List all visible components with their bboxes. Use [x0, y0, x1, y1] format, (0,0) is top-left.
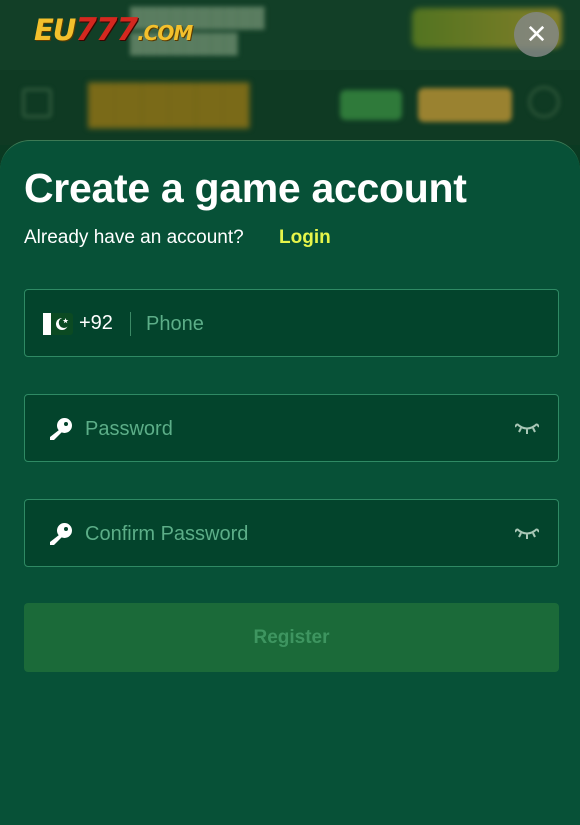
confirm-password-input[interactable] — [85, 518, 505, 550]
phone-divider — [130, 312, 131, 336]
country-code[interactable]: +92 — [79, 312, 113, 335]
background-login-button — [340, 90, 402, 120]
password-field[interactable] — [24, 394, 559, 462]
logo-eu: EU — [34, 13, 76, 47]
eye-closed-icon[interactable] — [515, 526, 539, 540]
logo-com: .COM — [137, 21, 193, 45]
eye-closed-icon[interactable] — [515, 421, 539, 435]
background-logo: ██████ — [88, 84, 250, 126]
login-prompt: Already have an account? — [24, 227, 244, 248]
modal-title: Create a game account — [24, 165, 467, 211]
password-input[interactable] — [85, 413, 505, 445]
login-link[interactable]: Login — [279, 227, 331, 249]
phone-input[interactable] — [146, 308, 536, 340]
background-register-button — [418, 88, 512, 122]
register-modal: Create a game account Already have an ac… — [0, 140, 580, 825]
background-menu-icon — [22, 88, 52, 118]
phone-field[interactable]: +92 — [24, 289, 559, 357]
register-button[interactable]: Register — [24, 603, 559, 672]
brand-logo: EU777.COM — [34, 12, 193, 48]
key-icon — [50, 523, 72, 545]
background-navbar: ██████ — [0, 70, 580, 145]
background-search-icon — [528, 86, 560, 118]
close-icon: ✕ — [525, 19, 548, 49]
confirm-password-field[interactable] — [24, 499, 559, 567]
close-button[interactable]: ✕ — [514, 12, 559, 57]
logo-number: 777 — [75, 12, 138, 48]
key-icon — [50, 418, 72, 440]
pakistan-flag-icon[interactable] — [43, 313, 73, 335]
